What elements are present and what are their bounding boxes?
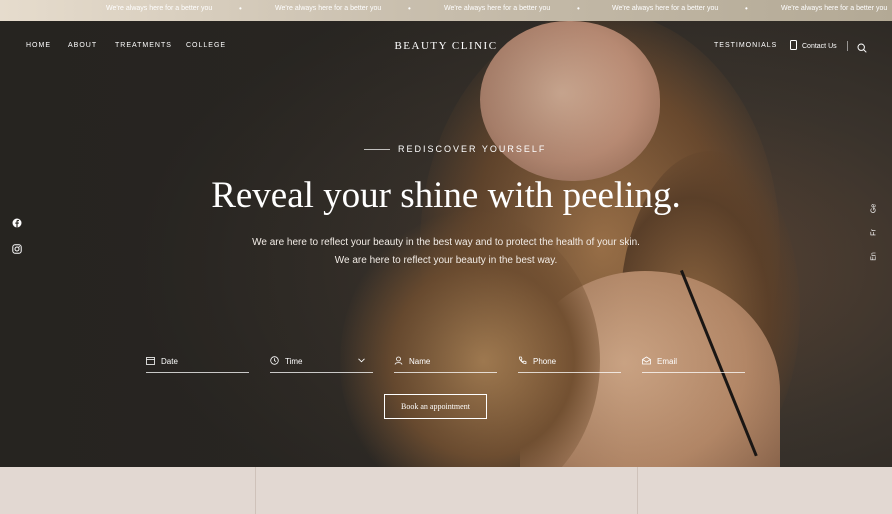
user-icon	[394, 356, 403, 367]
eyebrow-text: REDISCOVER YOURSELF	[398, 144, 547, 154]
email-field[interactable]: Email	[642, 351, 745, 373]
ticker-separator: •	[745, 4, 748, 13]
nav-testimonials[interactable]: TESTIMONIALS	[714, 42, 777, 49]
name-field-label: Name	[409, 357, 431, 366]
chevron-down-icon	[358, 356, 365, 365]
ticker-text: We're always here for a better you	[106, 5, 213, 12]
time-field[interactable]: Time	[270, 351, 373, 373]
ticker-separator: •	[408, 4, 411, 13]
calendar-icon	[146, 356, 155, 367]
nav-divider	[847, 41, 848, 51]
book-appointment-button[interactable]: Book an appointment	[384, 394, 487, 419]
ticker-text: We're always here for a better you	[275, 5, 382, 12]
column-divider	[255, 467, 256, 514]
date-field-label: Date	[161, 357, 178, 366]
phone-field-label: Phone	[533, 357, 557, 366]
eyebrow-line	[364, 148, 390, 150]
name-field[interactable]: Name	[394, 351, 497, 373]
instagram-icon[interactable]	[12, 241, 22, 259]
language-en[interactable]: En	[871, 251, 878, 263]
ticker-text: We're always here for a better you	[612, 5, 719, 12]
ticker-text: We're always here for a better you	[781, 5, 888, 12]
time-field-label: Time	[285, 357, 303, 366]
facebook-icon[interactable]	[12, 215, 22, 233]
hero-headline: Reveal your shine with peeling.	[211, 175, 681, 216]
contact-us-link[interactable]: Contact Us	[790, 40, 837, 52]
features-strip	[0, 467, 892, 514]
ticker-text: We're always here for a better you	[444, 5, 551, 12]
phone-icon	[790, 40, 797, 52]
announcement-ticker: We're always here for a better you • We'…	[0, 0, 892, 21]
language-ge[interactable]: Ge	[871, 203, 878, 215]
contact-us-label: Contact Us	[802, 42, 837, 50]
email-field-label: Email	[657, 357, 678, 366]
mail-icon	[642, 356, 651, 367]
search-icon[interactable]	[857, 40, 867, 58]
ticker-separator: •	[239, 4, 242, 13]
column-divider	[637, 467, 638, 514]
phone-icon	[518, 356, 527, 367]
date-field[interactable]: Date	[146, 351, 249, 373]
clock-icon	[270, 356, 279, 367]
phone-field[interactable]: Phone	[518, 351, 621, 373]
language-fr[interactable]: Fr	[871, 227, 878, 239]
hero-subtext: We are here to reflect your beauty in th…	[252, 237, 640, 266]
hero-eyebrow: REDISCOVER YOURSELF	[364, 144, 546, 154]
ticker-separator: •	[577, 4, 580, 13]
